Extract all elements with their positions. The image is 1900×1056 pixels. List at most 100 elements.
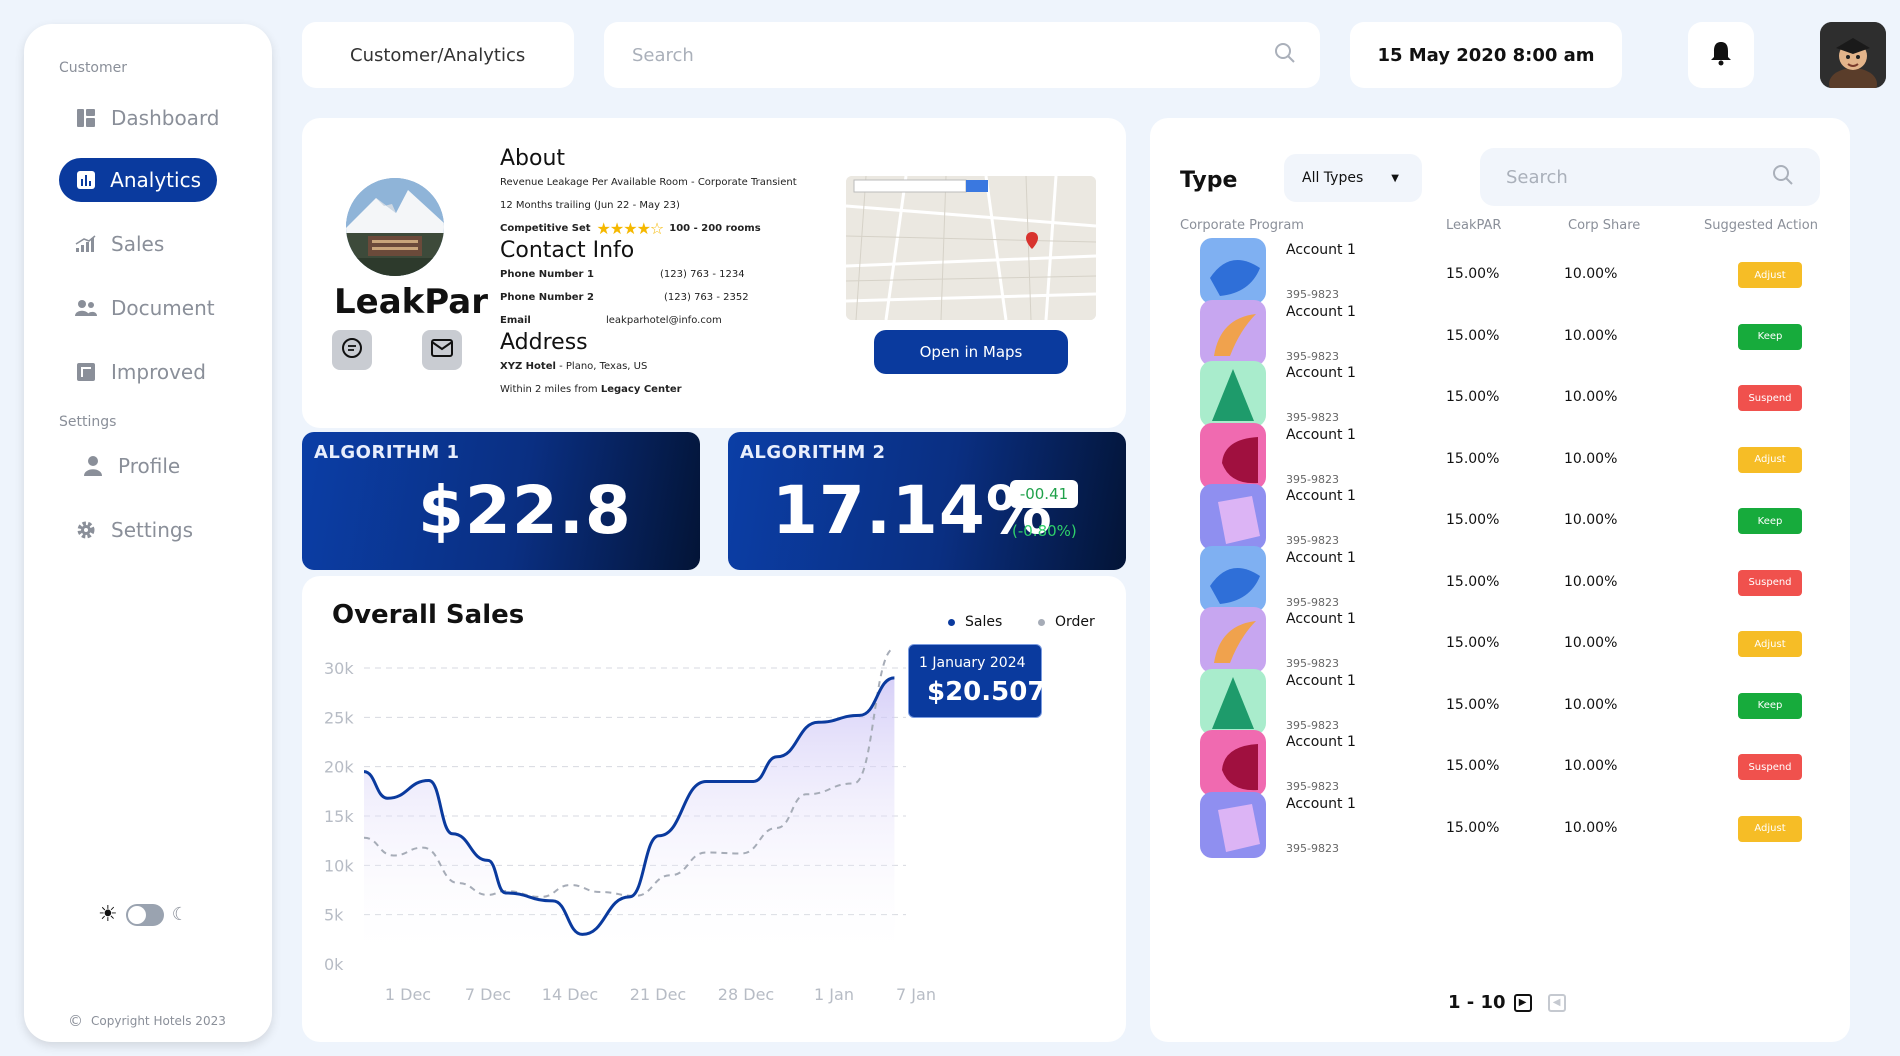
sidebar-item-settings[interactable]: Settings [59,508,209,552]
action-badge[interactable]: Adjust [1738,815,1802,842]
program-thumbnail [1200,791,1266,858]
bell-icon [1709,40,1733,71]
tooltip-value: $20.507 [927,677,1046,707]
phone-1: Phone Number 1 (123) 763 - 1234 [500,269,745,280]
table-row[interactable]: Account 1 395-9823 15.00% 10.00% Adjust [1200,607,1840,677]
sidebar-item-dashboard[interactable]: Dashboard [59,96,236,140]
table-row[interactable]: Account 1 395-9823 15.00% 10.00% Suspend [1200,730,1840,800]
table-row[interactable]: Account 1 395-9823 15.00% 10.00% Keep [1200,484,1840,554]
notification-button[interactable] [1688,22,1754,88]
caret-down-icon: ▼ [1391,172,1399,184]
sidebar-item-analytics[interactable]: Analytics [59,158,217,202]
table-row[interactable]: Account 1 395-9823 15.00% 10.00% Keep [1200,299,1840,370]
leakpar-value: 15.00% [1446,635,1500,651]
copyright: © Copyright Hotels 2023 [68,1012,226,1030]
sidebar-item-label: Sales [111,232,165,256]
column-header[interactable]: Corp Share [1568,218,1640,233]
x-tick-label: 7 Dec [465,985,511,1004]
y-tick-label: 25k [324,708,354,727]
sidebar-item-improved[interactable]: Improved [59,350,222,394]
sidebar-item-label: Profile [118,454,181,478]
overall-sales-card: Overall Sales Sales Order 30k 25k 20k 15k 10… [302,576,1126,1042]
action-badge[interactable]: Keep [1738,323,1802,350]
users-icon [75,297,97,319]
table-row[interactable]: Account 1 395-9823 15.00% 10.00% Suspend [1200,545,1840,616]
account-name: Account 1 [1286,303,1356,320]
email-row: Email leakparhotel@info.com [500,315,722,326]
action-badge[interactable]: Adjust [1738,446,1802,473]
algorithm-2-delta: -00.41 [1010,480,1078,508]
copyright-icon: © [68,1012,83,1030]
program-thumbnail [1200,668,1266,735]
user-icon [82,455,104,477]
phone-2: Phone Number 2 (123) 763 - 2352 [500,292,749,303]
theme-switch[interactable] [125,903,164,926]
type-label: Type [1180,168,1238,193]
next-page-icon[interactable]: ▶ [1513,993,1532,1012]
leakpar-value: 15.00% [1446,512,1500,528]
table-row[interactable]: Account 1 395-9823 15.00% 10.00% Suspend [1200,361,1840,431]
type-filter-dropdown[interactable]: All Types ▼ [1284,154,1422,202]
sidebar-item-document[interactable]: Document [59,286,231,330]
leakpar-value: 15.00% [1446,819,1500,836]
sidebar-item-sales[interactable]: Sales [59,222,180,266]
action-badge[interactable]: Suspend [1738,754,1802,780]
sidebar-item-label: Dashboard [111,106,220,130]
table-row[interactable]: Account 1 395-9823 15.00% 10.00% Adjust [1200,422,1840,493]
avatar[interactable] [1820,22,1886,88]
action-badge[interactable]: Keep [1738,692,1802,719]
account-name: Account 1 [1286,672,1356,689]
action-badge[interactable]: Adjust [1738,631,1802,657]
address-line: XYZ Hotel - Plano, Texas, US [500,361,648,372]
column-header[interactable]: Suggested Action [1704,218,1818,233]
sidebar-item-profile[interactable]: Profile [66,444,196,488]
search-input[interactable]: Search [604,22,1320,88]
hotel-photo [346,178,444,276]
sidebar-item-label: Settings [111,518,194,542]
proximity-line: Within 2 miles from Legacy Center [500,384,682,395]
bar-chart-icon [75,169,96,191]
breadcrumb: Customer/Analytics [302,22,574,88]
action-badge[interactable]: Suspend [1738,569,1802,596]
about-description: Revenue Leakage Per Available Room - Cor… [500,177,797,188]
action-badge[interactable]: Suspend [1738,385,1802,411]
star-rating: ★★★★☆ [596,219,665,238]
algorithm-1-value: $22.8 [418,472,632,549]
action-badge[interactable]: Adjust [1738,262,1802,288]
document-icon [75,361,97,383]
leakpar-value: 15.00% [1446,327,1500,344]
program-thumbnail [1200,484,1266,550]
table-row[interactable]: Account 1 395-9823 15.00% 10.00% Keep [1200,668,1840,739]
action-badge[interactable]: Keep [1738,508,1802,534]
last-page-icon[interactable]: ◀ [1547,993,1566,1012]
table-search-input[interactable]: Search [1480,148,1820,206]
search-icon[interactable] [1274,42,1296,69]
x-tick-label: 21 Dec [630,985,686,1004]
account-number: 395-9823 [1286,841,1339,855]
sidebar: Customer Dashboard Analytics Sales Docum… [24,24,272,1042]
search-placeholder: Search [632,44,694,66]
table-row[interactable]: Account 1 395-9823 15.00% 10.00% Adjust [1200,791,1840,862]
corp-share-value: 10.00% [1564,758,1618,774]
leakpar-value: 15.00% [1446,266,1500,282]
email-button[interactable] [422,330,462,370]
corp-share-value: 10.00% [1564,573,1618,590]
account-name: Account 1 [1286,734,1356,750]
corp-share-value: 10.00% [1564,327,1618,344]
sidebar-section-settings: Settings [59,414,117,430]
algorithm-2-title: ALGORITHM 2 [740,442,886,463]
theme-toggle[interactable]: ☀ ☾ [98,902,188,927]
column-header[interactable]: Corporate Program [1180,218,1304,233]
chart-tooltip: 1 January 2024 $20.507 [908,644,1046,718]
date-display: 15 May 2020 8:00 am [1350,22,1622,88]
map-preview[interactable] [846,176,1096,320]
algorithm-2-card: ALGORITHM 2 17.14% -00.41 (-0.80%) [728,432,1126,570]
table-row[interactable]: Account 1 395-9823 15.00% 10.00% Adjust [1200,238,1840,308]
address-title: Address [500,330,588,355]
search-icon[interactable] [1772,164,1794,191]
hotel-name: LeakPar [334,282,488,322]
open-in-maps-button[interactable]: Open in Maps [874,330,1068,374]
corp-share-value: 10.00% [1564,266,1618,282]
chat-button[interactable] [332,330,372,370]
column-header[interactable]: LeakPAR [1446,218,1501,233]
